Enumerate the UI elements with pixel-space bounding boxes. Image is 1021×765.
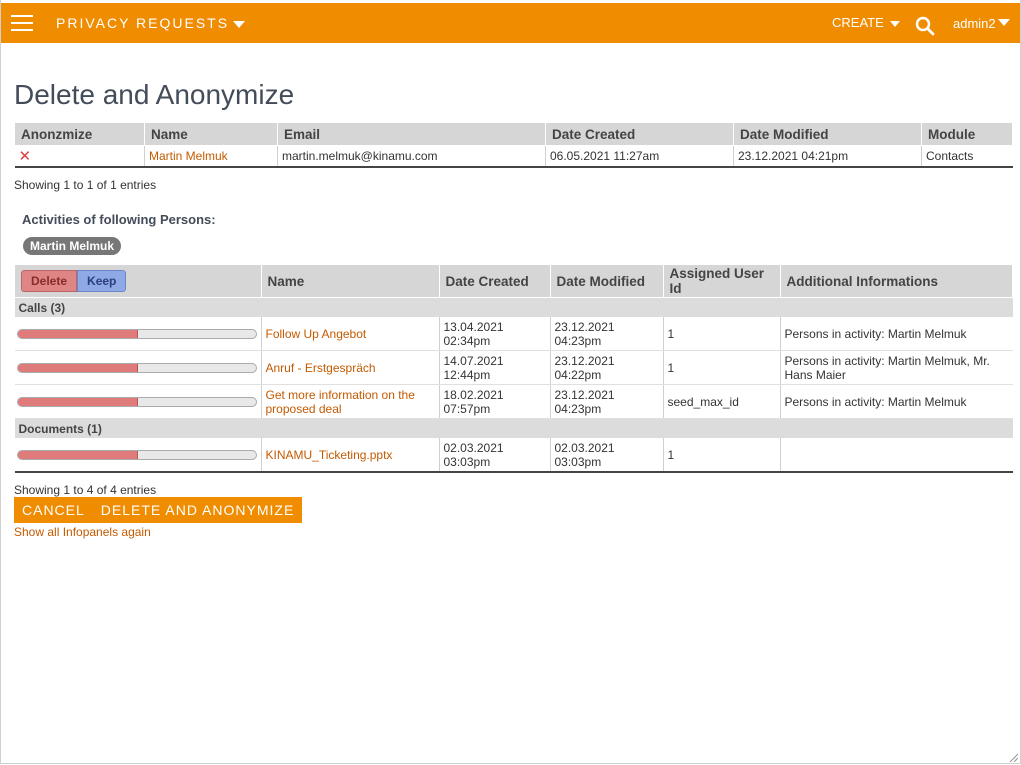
chevron-down-icon[interactable] xyxy=(889,20,900,27)
delete-keep-toggle: Delete Keep xyxy=(21,270,127,292)
group-row-calls: Calls (3) xyxy=(14,297,1013,317)
show-all-infopanels-link[interactable]: Show all Infopanels again xyxy=(14,525,151,539)
delete-and-anonymize-button[interactable]: DELETE AND ANONYMIZE xyxy=(93,497,302,523)
record-email: martin.melmuk@kinamu.com xyxy=(277,145,546,168)
time-created: 07:57pm xyxy=(443,401,491,416)
record-name-link[interactable]: Martin Melmuk xyxy=(149,149,228,163)
activity-name-link[interactable]: KINAMU_Ticketing.pptx xyxy=(266,448,393,462)
assigned-user: 1 xyxy=(663,438,781,473)
column-header-anonymize[interactable]: Anonzmize xyxy=(14,122,145,146)
column-header-module[interactable]: Module xyxy=(921,122,1013,146)
column-header-date-modified[interactable]: Date Modified xyxy=(549,264,664,298)
assigned-user: 1 xyxy=(663,317,781,351)
top-navigation-bar: PRIVACY REQUESTS CREATE admin2 xyxy=(1,3,1020,43)
date-created: 18.02.2021 xyxy=(443,387,504,402)
slider-fill xyxy=(17,450,138,459)
page-title: Delete and Anonymize xyxy=(14,79,295,110)
action-bar: CANCEL DELETE AND ANONYMIZE xyxy=(14,497,303,523)
activities-label: Activities of following Persons: xyxy=(22,212,216,227)
time-created: 02:34pm xyxy=(443,333,491,348)
column-header-date-created[interactable]: Date Created xyxy=(438,264,551,298)
column-header-name[interactable]: Name xyxy=(260,264,440,298)
chevron-down-icon[interactable] xyxy=(233,20,246,28)
column-header-date-created[interactable]: Date Created xyxy=(545,122,734,146)
module-menu[interactable]: PRIVACY REQUESTS xyxy=(56,15,246,31)
additional-info xyxy=(780,438,1013,473)
time-modified: 04:22pm xyxy=(554,367,602,382)
chevron-down-icon[interactable] xyxy=(997,19,1010,26)
time-created: 12:44pm xyxy=(443,367,491,382)
keep-all-button[interactable]: Keep xyxy=(77,270,127,292)
table-row: Follow Up Angebot 13.04.2021 02:34pm 23.1… xyxy=(14,317,1013,351)
record-date-created: 06.05.2021 11:27am xyxy=(545,145,734,168)
activity-name-link[interactable]: Anruf - Erstgespräch xyxy=(266,361,376,375)
assigned-user: 1 xyxy=(663,350,781,385)
delete-keep-slider[interactable] xyxy=(16,396,257,407)
module-title[interactable]: PRIVACY REQUESTS xyxy=(56,15,229,31)
cancel-button[interactable]: CANCEL xyxy=(14,497,93,523)
resize-handle-icon[interactable] xyxy=(1008,752,1018,762)
date-modified: 23.12.2021 xyxy=(554,353,615,368)
date-modified: 02.03.2021 xyxy=(554,440,615,455)
column-header-toggle: Delete Keep xyxy=(14,264,262,298)
user-menu[interactable]: admin2 xyxy=(953,16,1010,31)
record-date-modified: 23.12.2021 04:21pm xyxy=(733,145,922,168)
table-row: KINAMU_Ticketing.pptx 02.03.2021 03:03pm … xyxy=(14,438,1013,473)
delete-keep-slider[interactable] xyxy=(16,362,257,373)
column-header-additional-info[interactable]: Additional Informations xyxy=(779,264,1013,298)
delete-all-button[interactable]: Delete xyxy=(21,270,78,292)
delete-keep-slider[interactable] xyxy=(16,449,257,460)
additional-info: Persons in activity: Martin Melmuk, Mr. … xyxy=(780,350,1013,385)
additional-info: Persons in activity: Martin Melmuk xyxy=(780,317,1013,351)
date-created: 02.03.2021 xyxy=(443,440,504,455)
table-row: Get more information on the proposed dea… xyxy=(14,384,1013,419)
person-badge[interactable]: Martin Melmuk xyxy=(23,237,122,255)
table-row: ✕ Martin Melmuk martin.melmuk@kinamu.com… xyxy=(14,145,1013,168)
activity-name-link[interactable]: Get more information on the proposed dea… xyxy=(266,388,415,416)
time-modified: 04:23pm xyxy=(554,401,602,416)
date-created: 13.04.2021 xyxy=(443,319,504,334)
column-header-name[interactable]: Name xyxy=(144,122,278,146)
activities-table: Delete Keep Name Date Created Date Modif… xyxy=(14,264,1013,473)
slider-fill xyxy=(17,329,138,338)
create-label[interactable]: CREATE xyxy=(832,15,884,30)
activity-name-link[interactable]: Follow Up Angebot xyxy=(266,327,367,341)
group-row-documents: Documents (1) xyxy=(14,418,1013,438)
date-modified: 23.12.2021 xyxy=(554,319,615,334)
slider-fill xyxy=(17,397,138,406)
assigned-user: seed_max_id xyxy=(663,384,781,419)
group-title: Calls (3) xyxy=(14,297,1013,317)
column-header-assigned-user[interactable]: Assigned User Id xyxy=(662,264,781,298)
group-title: Documents (1) xyxy=(14,418,1013,438)
column-header-email[interactable]: Email xyxy=(277,122,546,146)
column-header-date-modified[interactable]: Date Modified xyxy=(733,122,922,146)
delete-keep-slider[interactable] xyxy=(16,328,257,339)
create-menu[interactable]: CREATE xyxy=(832,15,900,30)
records-table-info: Showing 1 to 1 of 1 entries xyxy=(14,178,157,192)
search-icon[interactable] xyxy=(915,16,935,36)
date-modified: 23.12.2021 xyxy=(554,387,615,402)
additional-info: Persons in activity: Martin Melmuk xyxy=(780,384,1013,419)
slider-fill xyxy=(17,363,138,372)
time-created: 03:03pm xyxy=(443,454,491,469)
menu-icon[interactable] xyxy=(11,15,33,31)
remove-icon[interactable]: ✕ xyxy=(19,148,32,165)
time-modified: 03:03pm xyxy=(554,454,602,469)
activities-table-info: Showing 1 to 4 of 4 entries xyxy=(14,483,157,497)
table-row: Anruf - Erstgespräch 14.07.2021 12:44pm 2… xyxy=(14,350,1013,385)
record-module: Contacts xyxy=(921,145,1013,168)
time-modified: 04:23pm xyxy=(554,333,602,348)
records-table: Anonzmize Name Email Date Created Date M… xyxy=(14,122,1013,168)
date-created: 14.07.2021 xyxy=(443,353,504,368)
user-name[interactable]: admin2 xyxy=(953,16,996,31)
